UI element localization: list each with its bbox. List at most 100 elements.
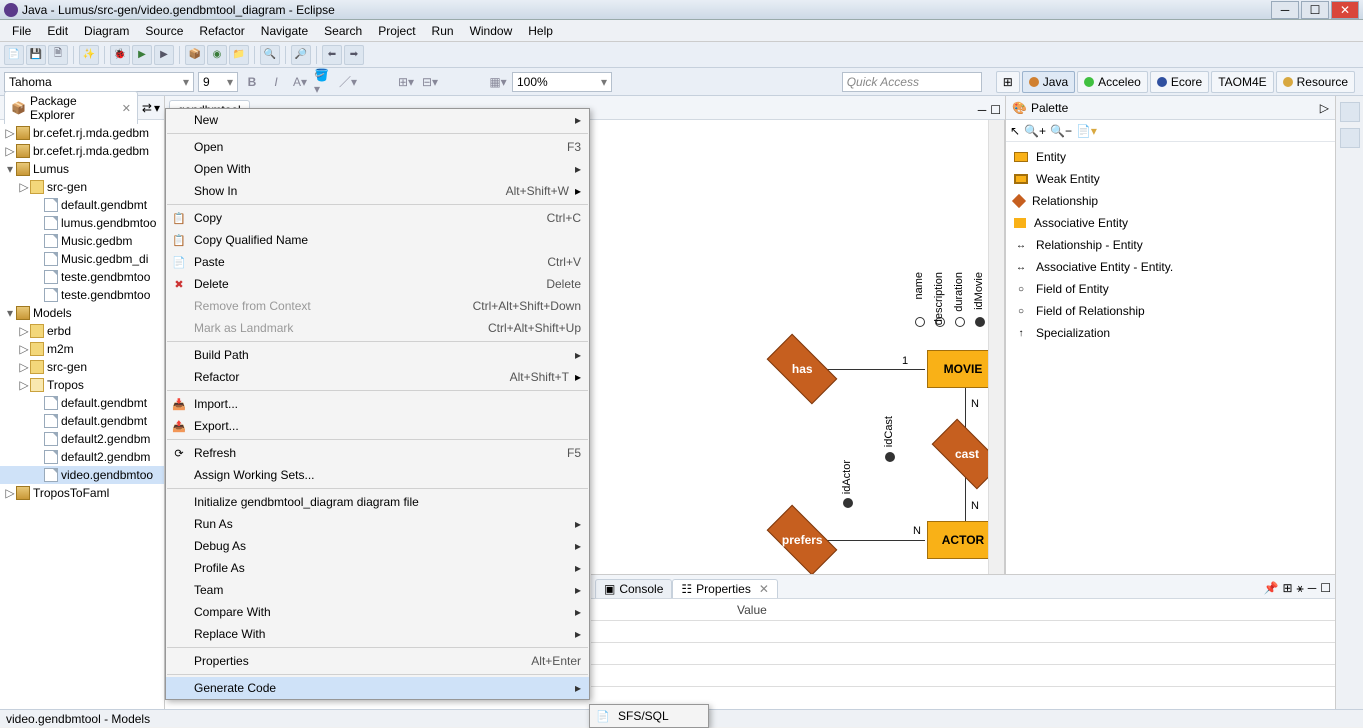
open-perspective-button[interactable]: ⊞ [996,71,1020,93]
categories-icon[interactable]: ⊞ [1282,581,1292,596]
attribute-key-dot[interactable] [885,452,895,462]
ctx-new[interactable]: New▸ [166,109,589,131]
perspective-ecore[interactable]: Ecore [1150,71,1209,93]
ctx-generate-code[interactable]: Generate Code▸ [166,677,589,699]
ctx-init-diagram[interactable]: Initialize gendbmtool_diagram diagram fi… [166,491,589,513]
menu-diagram[interactable]: Diagram [76,22,137,40]
align-icon[interactable]: ⊞▾ [396,72,416,92]
fontcolor-icon[interactable]: A▾ [290,72,310,92]
quick-access-input[interactable]: Quick Access [842,72,982,92]
ctx-copy-qualified[interactable]: 📋Copy Qualified Name [166,229,589,251]
forward-icon[interactable]: ➡ [344,45,364,65]
view-menu-icon[interactable]: ▾ [154,101,160,115]
run-icon[interactable]: ▶ [132,45,152,65]
perspective-resource[interactable]: Resource [1276,71,1355,93]
palette-item-field-relationship[interactable]: ○Field of Relationship [1006,300,1335,322]
tasks-icon[interactable] [1340,128,1360,148]
close-button[interactable]: ✕ [1331,1,1359,19]
attribute-key-dot[interactable] [975,317,985,327]
ctx-compare-with[interactable]: Compare With▸ [166,601,589,623]
menu-navigate[interactable]: Navigate [253,22,316,40]
maximize-button[interactable]: ☐ [1301,1,1329,19]
ctx-export[interactable]: 📤Export... [166,415,589,437]
properties-tab[interactable]: ☷Properties✕ [672,579,778,598]
min-icon[interactable]: ─ [1308,581,1317,596]
back-icon[interactable]: ⬅ [322,45,342,65]
attribute-dot[interactable] [955,317,965,327]
filter-icon[interactable]: ⚹ [1297,581,1304,596]
close-tab-icon[interactable]: ✕ [122,102,131,115]
ctx-build-path[interactable]: Build Path▸ [166,344,589,366]
ctx-delete[interactable]: ✖DeleteDelete [166,273,589,295]
pkg-icon[interactable]: 📦 [185,45,205,65]
fillcolor-icon[interactable]: 🪣▾ [314,72,334,92]
saveall-icon[interactable]: 🗎 [48,45,68,65]
attribute-dot[interactable] [915,317,925,327]
ctx-paste[interactable]: 📄PasteCtrl+V [166,251,589,273]
bold-icon[interactable]: B [242,72,262,92]
maximize-icon[interactable]: ☐ [990,103,1001,117]
zoom-out-icon[interactable]: 🔍− [1050,124,1072,138]
max-icon[interactable]: ☐ [1320,581,1331,596]
outline-icon[interactable] [1340,102,1360,122]
close-tab-icon[interactable]: ✕ [759,582,769,596]
new-icon[interactable]: 📄 [4,45,24,65]
attribute-key-dot[interactable] [843,498,853,508]
wand-icon[interactable]: ✨ [79,45,99,65]
menu-window[interactable]: Window [462,22,521,40]
ctx-import[interactable]: 📥Import... [166,393,589,415]
palette-item-field-entity[interactable]: ○Field of Entity [1006,278,1335,300]
ctx-refactor[interactable]: RefactorAlt+Shift+T▸ [166,366,589,388]
ctx-refresh[interactable]: ⟳RefreshF5 [166,442,589,464]
opentype-icon[interactable]: 🔍 [260,45,280,65]
save-icon[interactable]: 💾 [26,45,46,65]
menu-file[interactable]: File [4,22,39,40]
link-editor-icon[interactable]: ⇄ [142,101,152,115]
ctx-run-as[interactable]: Run As▸ [166,513,589,535]
package-tree[interactable]: ▷br.cefet.rj.mda.gedbm ▷br.cefet.rj.mda.… [0,120,164,709]
ctx-assign-working-sets[interactable]: Assign Working Sets... [166,464,589,486]
menu-search[interactable]: Search [316,22,370,40]
ctx-open[interactable]: OpenF3 [166,136,589,158]
minimize-button[interactable]: ─ [1271,1,1299,19]
runext-icon[interactable]: ▶ [154,45,174,65]
console-tab[interactable]: ▣Console [595,579,672,598]
ctx-replace-with[interactable]: Replace With▸ [166,623,589,645]
menu-refactor[interactable]: Refactor [191,22,252,40]
palette-item-relationship[interactable]: Relationship [1006,190,1335,212]
ctx-properties[interactable]: PropertiesAlt+Enter [166,650,589,672]
menu-source[interactable]: Source [137,22,191,40]
ctx-team[interactable]: Team▸ [166,579,589,601]
menu-edit[interactable]: Edit [39,22,76,40]
menu-project[interactable]: Project [370,22,423,40]
pin-icon[interactable]: 📌 [1264,581,1279,596]
linecolor-icon[interactable]: ／▾ [338,72,358,92]
perspective-taom4e[interactable]: TAOM4E [1211,71,1273,93]
menu-run[interactable]: Run [424,22,462,40]
relationship-has[interactable]: has [767,334,838,405]
grid-icon[interactable]: ▦▾ [488,72,508,92]
size-select[interactable]: 9▾ [198,72,238,92]
tree-item-selected[interactable]: video.gendbmtoo [0,466,164,484]
zoom-in-icon[interactable]: 🔍+ [1024,124,1046,138]
arrange-icon[interactable]: ⊟▾ [420,72,440,92]
note-icon[interactable]: 📄▾ [1076,124,1097,138]
chevron-right-icon[interactable]: ▷ [1320,101,1329,115]
submenu-sfs-sql[interactable]: 📄SFS/SQL [590,705,708,727]
perspective-java[interactable]: Java [1022,71,1075,93]
palette-item-weak-entity[interactable]: Weak Entity [1006,168,1335,190]
ctx-show-in[interactable]: Show InAlt+Shift+W▸ [166,180,589,202]
palette-item-assoc-entity[interactable]: Associative Entity [1006,212,1335,234]
folder-icon[interactable]: 📁 [229,45,249,65]
properties-grid[interactable]: Value [591,599,1335,709]
select-tool-icon[interactable]: ↖ [1010,124,1020,138]
perspective-acceleo[interactable]: Acceleo [1077,71,1148,93]
debug-icon[interactable]: 🐞 [110,45,130,65]
search-icon[interactable]: 🔎 [291,45,311,65]
font-select[interactable]: Tahoma▾ [4,72,194,92]
zoom-select[interactable]: 100%▾ [512,72,612,92]
ctx-mark-landmark[interactable]: Mark as LandmarkCtrl+Alt+Shift+Up [166,317,589,339]
relationship-prefers[interactable]: prefers [767,505,838,576]
ctx-open-with[interactable]: Open With▸ [166,158,589,180]
minimize-icon[interactable]: ─ [978,103,987,117]
